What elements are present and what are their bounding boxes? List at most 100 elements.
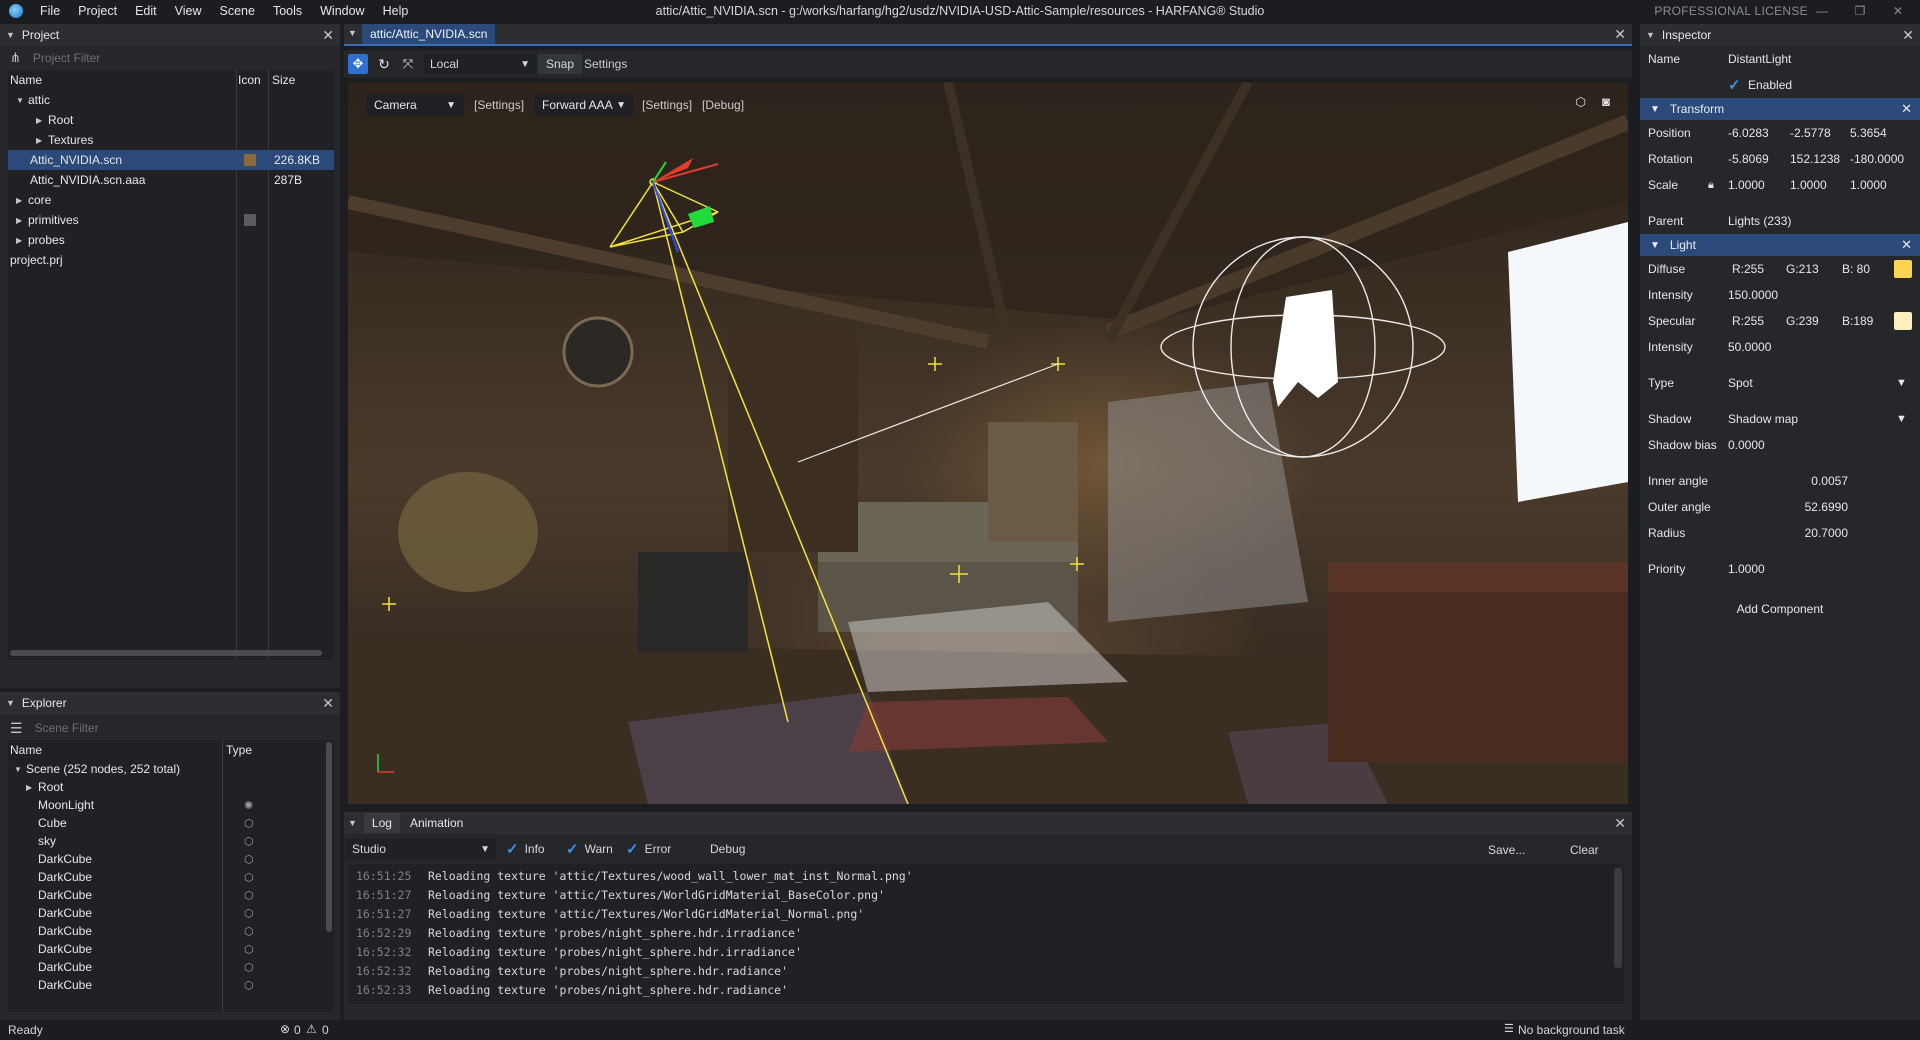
tab-log[interactable]: Log [363, 813, 400, 833]
collapse-icon[interactable]: ▼ [348, 28, 357, 38]
specular-g[interactable]: G:239 [1786, 314, 1819, 328]
shadow-bias-field[interactable]: 0.0000 [1728, 438, 1765, 452]
filter-info-checkbox[interactable]: ✓ Info [506, 839, 545, 859]
menu-project[interactable]: Project [69, 4, 126, 18]
menu-view[interactable]: View [166, 4, 211, 18]
transform-section-header[interactable]: ▼ Transform ✕ [1640, 98, 1920, 120]
collapsed-icon[interactable]: ▶ [26, 783, 38, 792]
render-settings-link[interactable]: [Settings] [642, 98, 692, 112]
project-tree-row[interactable]: project.prj [8, 250, 334, 270]
tab-attic-scene[interactable]: attic/Attic_NVIDIA.scn [362, 24, 496, 44]
menu-scene[interactable]: Scene [210, 4, 263, 18]
collapsed-icon[interactable]: ▶ [36, 136, 48, 145]
restore-icon[interactable]: ❐ [1852, 3, 1868, 19]
collapse-icon[interactable]: ▼ [6, 30, 15, 40]
light-section-header[interactable]: ▼ Light ✕ [1640, 234, 1920, 256]
position-y[interactable]: -2.5778 [1790, 126, 1831, 140]
diffuse-b[interactable]: B: 80 [1842, 262, 1870, 276]
scene-node-row[interactable]: MoonLight ✺ [8, 796, 334, 814]
scene-node-row[interactable]: DarkCube ⬡ [8, 904, 334, 922]
project-tree-row[interactable]: ▶ Textures [8, 130, 334, 150]
project-tree-row[interactable]: ▶ probes [8, 230, 334, 250]
collapse-icon[interactable]: ▼ [348, 818, 357, 828]
collapse-icon[interactable]: ▼ [1650, 104, 1660, 115]
scene-node-row[interactable]: Cube ⬡ [8, 814, 334, 832]
collapse-icon[interactable]: ▼ [6, 698, 15, 708]
snap-button[interactable]: Snap [538, 54, 583, 74]
scene-node-row[interactable]: DarkCube ⬡ [8, 850, 334, 868]
scene-node-row[interactable]: sky ⬡ [8, 832, 334, 850]
filter-debug-checkbox[interactable]: Debug [710, 839, 745, 859]
menu-file[interactable]: File [31, 4, 69, 18]
save-log-button[interactable]: Save... [1488, 843, 1525, 857]
remove-component-icon[interactable]: ✕ [1901, 237, 1912, 253]
rotate-tool-icon[interactable]: ↻ [374, 54, 394, 74]
scene-node-row[interactable]: DarkCube ⬡ [8, 922, 334, 940]
log-vscrollbar[interactable] [1614, 868, 1622, 968]
log-source-select[interactable]: Studio ▼ [346, 839, 496, 859]
project-filter-input[interactable] [32, 51, 233, 65]
inner-angle-field[interactable]: 0.0057 [1728, 474, 1848, 488]
move-tool-icon[interactable]: ✥ [348, 54, 368, 74]
menu-edit[interactable]: Edit [126, 4, 166, 18]
scale-x[interactable]: 1.0000 [1728, 178, 1765, 192]
hierarchy-icon[interactable]: ⋔ [10, 50, 21, 66]
rotation-x[interactable]: -5.8069 [1728, 152, 1769, 166]
position-z[interactable]: 5.3654 [1850, 126, 1887, 140]
list-icon[interactable]: ☰ [10, 720, 23, 737]
filter-warn-checkbox[interactable]: ✓ Warn [566, 839, 613, 859]
project-tree-row[interactable]: ▶ Root [8, 110, 334, 130]
scene-node-row[interactable]: DarkCube ⬡ [8, 868, 334, 886]
collapse-icon[interactable]: ▼ [1650, 240, 1660, 251]
scene-node-row[interactable]: DarkCube ⬡ [8, 940, 334, 958]
debug-link[interactable]: [Debug] [702, 98, 744, 112]
project-tree-row[interactable]: Attic_NVIDIA.scn.aaa 287B [8, 170, 334, 190]
project-tree-row[interactable]: ▼ attic [8, 90, 334, 110]
viewport-settings-button[interactable]: Settings [584, 54, 627, 74]
camera-select[interactable]: Camera ▼ [366, 94, 464, 116]
menu-tools[interactable]: Tools [264, 4, 311, 18]
diffuse-intensity-field[interactable]: 150.0000 [1728, 288, 1778, 302]
collapsed-icon[interactable]: ▶ [36, 116, 48, 125]
radius-field[interactable]: 20.7000 [1728, 526, 1848, 540]
space-select[interactable]: Local ▼ [424, 54, 536, 74]
name-field[interactable]: DistantLight [1728, 52, 1791, 66]
diffuse-r[interactable]: R:255 [1732, 262, 1764, 276]
column-icon[interactable]: Icon [238, 73, 272, 87]
chevron-down-icon[interactable]: ▼ [1896, 377, 1907, 389]
scene-node-row[interactable]: DarkCube ⬡ [8, 886, 334, 904]
clear-log-button[interactable]: Clear [1570, 843, 1599, 857]
collapsed-icon[interactable]: ▶ [16, 236, 28, 245]
position-x[interactable]: -6.0283 [1728, 126, 1769, 140]
explorer-vscrollbar[interactable] [326, 742, 332, 932]
error-icon[interactable]: ⊗ [280, 1022, 290, 1036]
scene-node-row[interactable]: ▶ Root [8, 778, 334, 796]
expand-icon[interactable]: ▼ [16, 96, 28, 105]
3d-viewport[interactable]: Camera ▼ [Settings] Forward AAA ▼ [Setti… [348, 82, 1628, 804]
specular-intensity-field[interactable]: 50.0000 [1728, 340, 1771, 354]
check-icon[interactable]: ✓ [1728, 76, 1741, 94]
close-icon[interactable]: ✕ [1614, 815, 1626, 832]
enabled-row[interactable]: ✓ Enabled [1640, 72, 1920, 98]
scene-filter-input[interactable] [34, 721, 235, 735]
type-select[interactable]: Spot [1728, 376, 1753, 390]
render-pipeline-select[interactable]: Forward AAA ▼ [534, 94, 634, 116]
parent-field[interactable]: Lights (233) [1728, 214, 1791, 228]
scale-z[interactable]: 1.0000 [1850, 178, 1887, 192]
diffuse-g[interactable]: G:213 [1786, 262, 1819, 276]
scene-node-row[interactable]: DarkCube ⬡ [8, 958, 334, 976]
camera-icon[interactable]: ◙ [1602, 94, 1610, 109]
rotation-y[interactable]: 152.1238 [1790, 152, 1840, 166]
expand-icon[interactable]: ▼ [14, 765, 26, 774]
close-window-icon[interactable]: ✕ [1890, 3, 1906, 19]
shadow-select[interactable]: Shadow map [1728, 412, 1798, 426]
specular-r[interactable]: R:255 [1732, 314, 1764, 328]
column-name[interactable]: Name [8, 73, 238, 87]
collapsed-icon[interactable]: ▶ [16, 216, 28, 225]
column-size[interactable]: Size [272, 73, 295, 87]
warning-icon[interactable]: ⚠ [306, 1022, 317, 1036]
diffuse-color-swatch[interactable] [1894, 260, 1912, 278]
cube-view-icon[interactable]: ⬡ [1576, 95, 1586, 109]
add-component-button[interactable]: Add Component [1640, 596, 1920, 622]
column-type[interactable]: Type [226, 743, 252, 757]
